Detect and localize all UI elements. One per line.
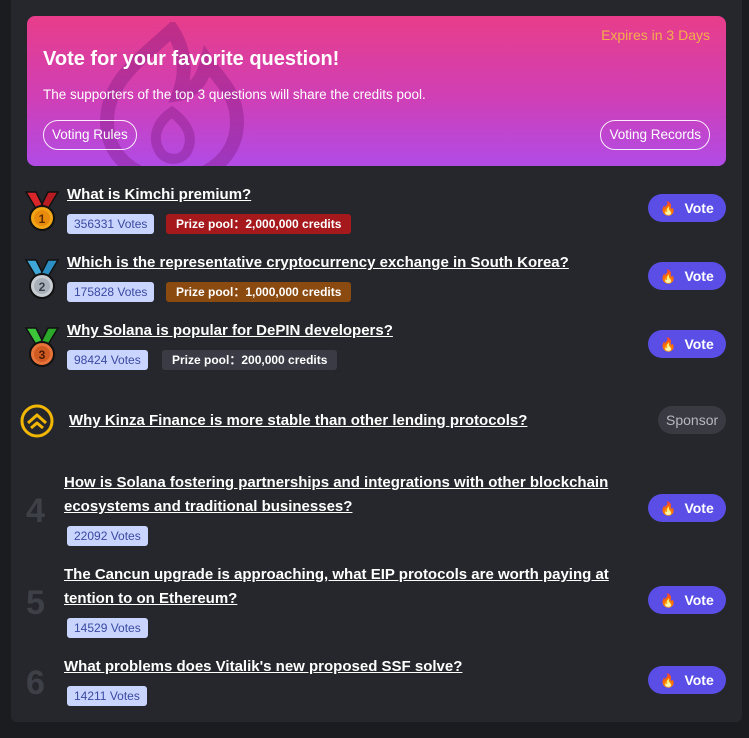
vote-banner: Expires in 3 Days Vote for your favorite… [27,16,726,166]
rank-number: 6 [26,664,45,702]
question-title-line2[interactable]: tention to on Ethereum? [64,587,237,611]
fire-icon: 🔥 [660,269,677,284]
rank-number: 4 [26,492,45,530]
svg-text:1: 1 [39,212,46,226]
vote-button[interactable]: 🔥 Vote [648,586,726,614]
vote-button[interactable]: 🔥 Vote [648,194,726,222]
vote-button[interactable]: 🔥 Vote [648,666,726,694]
votes-badge: 175828 Votes [67,282,155,302]
question-title[interactable]: Why Solana is popular for DePIN develope… [67,319,393,343]
prize-pool-badge: Prize pool：200,000 credits [162,350,338,370]
vote-label: Vote [684,336,714,352]
rank-number: 5 [26,584,45,622]
fire-icon: 🔥 [660,673,677,688]
svg-text:3: 3 [39,348,46,362]
votes-badge: 14211 Votes [67,686,147,706]
question-title[interactable]: Which is the representative cryptocurren… [67,251,569,275]
fire-icon: 🔥 [660,337,677,352]
banner-subtitle: The supporters of the top 3 questions wi… [43,87,426,102]
gold-medal-icon: 1 [24,191,60,231]
votes-badge: 22092 Votes [67,526,148,546]
question-title[interactable]: What problems does Vitalik's new propose… [64,655,462,679]
prize-pool-badge: Prize pool：1,000,000 credits [166,282,352,302]
vote-label: Vote [684,672,714,688]
bronze-medal-icon: 3 [24,327,60,367]
votes-badge: 14529 Votes [67,618,148,638]
voting-rules-button[interactable]: Voting Rules [43,120,137,150]
voting-records-button[interactable]: Voting Records [600,120,710,150]
svg-text:2: 2 [39,280,46,294]
votes-badge: 356331 Votes [67,214,155,234]
banner-title: Vote for your favorite question! [43,48,340,70]
fire-icon: 🔥 [660,593,677,608]
expires-label: Expires in 3 Days [601,27,710,43]
fire-icon: 🔥 [660,201,677,216]
question-title-line2[interactable]: ecosystems and traditional businesses? [64,495,352,519]
question-title-line1[interactable]: The Cancun upgrade is approaching, what … [64,563,609,587]
vote-label: Vote [684,500,714,516]
question-title-line1[interactable]: How is Solana fostering partnerships and… [64,471,608,495]
question-title[interactable]: What is Kimchi premium? [67,183,251,207]
vote-button[interactable]: 🔥 Vote [648,330,726,358]
sponsor-badge: Sponsor [658,406,727,434]
vote-button[interactable]: 🔥 Vote [648,262,726,290]
sponsor-question-title[interactable]: Why Kinza Finance is more stable than ot… [69,409,527,433]
vote-label: Vote [684,200,714,216]
vote-label: Vote [684,592,714,608]
vote-label: Vote [684,268,714,284]
kinza-logo-icon [20,404,54,438]
vote-button[interactable]: 🔥 Vote [648,494,726,522]
prize-pool-badge: Prize pool：2,000,000 credits [166,214,352,234]
silver-medal-icon: 2 [24,259,60,299]
fire-icon: 🔥 [660,501,677,516]
votes-badge: 98424 Votes [67,350,148,370]
